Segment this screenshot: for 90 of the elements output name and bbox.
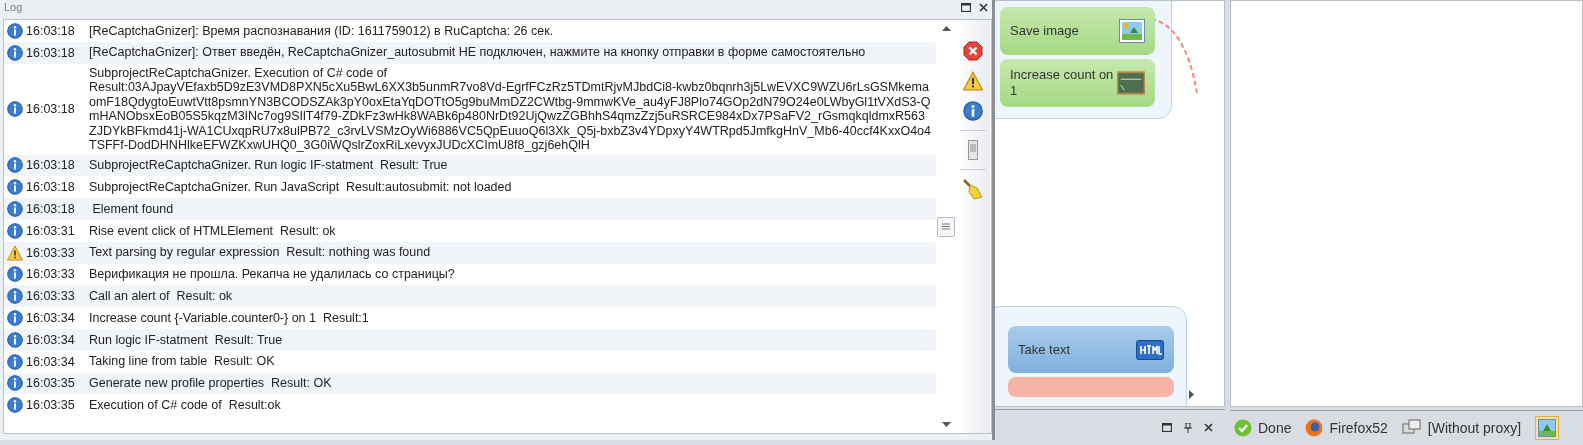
scrollbar-thumb[interactable] (937, 216, 955, 237)
log-message: SubprojectReCaptchaGnizer. Execution of C# code of Result:03AJpayVEfaxb5D9zE3VMD8PXN5cXu5BwL6XX3b5unmR7vo8Vd-EgrfFCzRz5TDmtRjvMJbdCi8-kwbz0bqnrh3j5LwEVXC9WZU6rLsGSMkemaomF18QdygtoEuwtVtt8psmnYN3BCODSZAk3pY0oxEtaYqDOTtO5g9buMmDZ2CWtbg-9mmwKVe_au4yFJ8Plo74GOp2dN79O24e0LWbyGl1tVXdS3-QmHANObsxEoB05S5kqzM3INc7og9SIlT4f79-ZDkFz3wHk8WABk6p480NrDt92UjQwzZGBhhS4qmzZzj5uRSRCE984xDx7PSaFV2_rGsmqkqldmxR563ZJDYkBFkmd41j-WA1CUxqpRU7x8ulPB72_c3rvLVSMzOyWi6886VC5QpEuuoQ6l3Xk_Q5j-bxbZ3v4YDpxyY4WTRpd5JmfkgHnV_Mb6-40ccf4KxxO4o4TSFFf-DodDHNHlkeEFWZKxwUHQ0_3G0iWQslrZoxRiLxevyxJUDcXCImU8f8_gzj6ehQlH (89, 64, 932, 155)
log-row[interactable]: 16:03:33 Call an alert of Result: ok (4, 285, 936, 308)
pin-icon[interactable] (1184, 422, 1192, 433)
node-label: Save image (1010, 23, 1079, 39)
info-icon (7, 331, 23, 348)
info-icon (7, 222, 23, 239)
info-icon (7, 288, 23, 305)
log-time: 16:03:18 (26, 45, 76, 60)
status-text: [Without proxy] (1427, 420, 1522, 436)
workflow-node[interactable]: Increase count on 1 (1000, 59, 1155, 107)
log-message: Верификация не прошла. Рекапча не удалилась со страницы? (89, 266, 456, 284)
close-icon[interactable] (1204, 423, 1213, 432)
browser-icon (1305, 419, 1324, 437)
maximize-icon[interactable] (1162, 423, 1172, 432)
log-time: 16:03:34 (26, 354, 76, 369)
scroll-right-icon[interactable] (1189, 390, 1194, 399)
log-row[interactable]: 16:03:34 Run logic IF-statment Result: True (4, 328, 936, 351)
info-icon (7, 179, 23, 196)
picture-icon (1119, 19, 1145, 43)
error-icon (963, 41, 983, 61)
scrollbar-icon (968, 140, 978, 160)
log-time: 16:03:18 (26, 180, 76, 195)
info-icon (7, 266, 23, 283)
info-icon (7, 310, 23, 327)
node-label: Increase count on 1 (1010, 67, 1115, 99)
info-icon (7, 201, 23, 218)
log-message: [ReCaptchaGnizer]: Время распознавания (ID: 1611759012) в RuCaptcha: 26 сек. (89, 22, 555, 40)
warning-icon (7, 244, 23, 261)
log-message: Rise event click of HTMLElement Result: ok (89, 222, 337, 240)
log-time: 16:03:18 (26, 158, 76, 173)
log-time: 16:03:33 (26, 267, 76, 282)
check-icon (1234, 419, 1252, 437)
log-message: Increase count {-Variable.counter0-} on 1 Result:1 (89, 309, 370, 327)
info-icon (7, 353, 23, 370)
log-row[interactable]: 16:03:33 Text parsing by regular expression Result: nothing was found (4, 241, 936, 264)
log-message: Element found (91, 200, 175, 218)
info-icon (963, 101, 983, 121)
log-message: SubprojectReCaptchaGnizer. Run logic IF-statment Result: True (89, 157, 449, 175)
log-time: 16:03:18 (26, 202, 76, 217)
info-icon (7, 397, 23, 414)
log-time: 16:03:18 (26, 23, 76, 38)
workflow-node[interactable]: Take text (1008, 326, 1174, 373)
log-message: SubprojectReCaptchaGnizer. Run JavaScript Result:autosubmit: not loaded (89, 179, 513, 197)
info-filter-button[interactable] (962, 100, 984, 122)
log-message: Call an alert of Result: ok (89, 288, 234, 305)
warning-icon (963, 71, 983, 91)
picture-button[interactable] (1535, 416, 1560, 440)
info-icon (7, 157, 23, 174)
scroll-up-icon[interactable] (941, 26, 951, 31)
log-message: Run logic IF-statment Result: True (89, 331, 284, 349)
picture-icon (1538, 419, 1557, 437)
log-time: 16:03:35 (26, 398, 76, 413)
log-time: 16:03:34 (26, 311, 76, 326)
html-icon (1136, 339, 1164, 360)
log-row[interactable]: 16:03:18 [ReCaptchaGnizer]: Ответ введён, ReCaptchaGnizer_autosubmit НЕ подключен, нажмите на кнопку отправки в форме самостоятельно (4, 41, 936, 64)
clear-button[interactable] (962, 178, 984, 200)
network-icon (1401, 419, 1422, 437)
chalkboard-icon (1116, 71, 1145, 95)
log-row[interactable]: 16:03:18 SubprojectReCaptchaGnizer. Run logic IF-statment Result: True (4, 154, 936, 177)
log-time: 16:03:34 (26, 332, 76, 347)
panel-title: Log (4, 1, 23, 13)
log-time: 16:03:31 (26, 223, 76, 238)
log-message: Generate new profile properties Result: OK (89, 375, 333, 393)
log-row[interactable]: 16:03:18 Element found (4, 198, 936, 220)
info-icon (7, 101, 23, 118)
log-row[interactable]: 16:03:35 Generate new profile properties Result: OK (4, 372, 936, 395)
maximize-icon[interactable] (961, 2, 971, 12)
workflow-node[interactable]: Save image (1000, 7, 1155, 55)
info-icon (7, 44, 23, 61)
warning-filter-button[interactable] (962, 70, 984, 92)
status-text: Firefox52 (1329, 420, 1388, 436)
log-message: Text parsing by regular expression Result: nothing was found (89, 244, 432, 262)
log-message: Taking line from table Result: OK (89, 353, 276, 371)
scroll-down-icon[interactable] (941, 422, 951, 427)
log-time: 16:03:33 (26, 289, 76, 304)
log-time: 16:03:18 (26, 102, 76, 117)
log-message: [ReCaptchaGnizer]: Ответ введён, ReCaptchaGnizer_autosubmit НЕ подключен, нажмите на кнопку отправки в форме самостоятельно (89, 44, 867, 62)
log-time: 16:03:35 (26, 376, 76, 391)
log-time: 16:03:33 (26, 245, 76, 260)
info-icon (7, 375, 23, 392)
broom-icon (962, 178, 984, 200)
node-label: Take text (1018, 341, 1071, 358)
error-filter-button[interactable] (962, 40, 984, 62)
workflow-node[interactable] (1008, 377, 1174, 397)
grip-icon (942, 223, 950, 230)
log-message: Execution of C# code of Result:ok (89, 397, 282, 414)
status-text: Done (1258, 420, 1292, 436)
info-icon (7, 22, 23, 39)
close-icon[interactable] (979, 2, 988, 12)
